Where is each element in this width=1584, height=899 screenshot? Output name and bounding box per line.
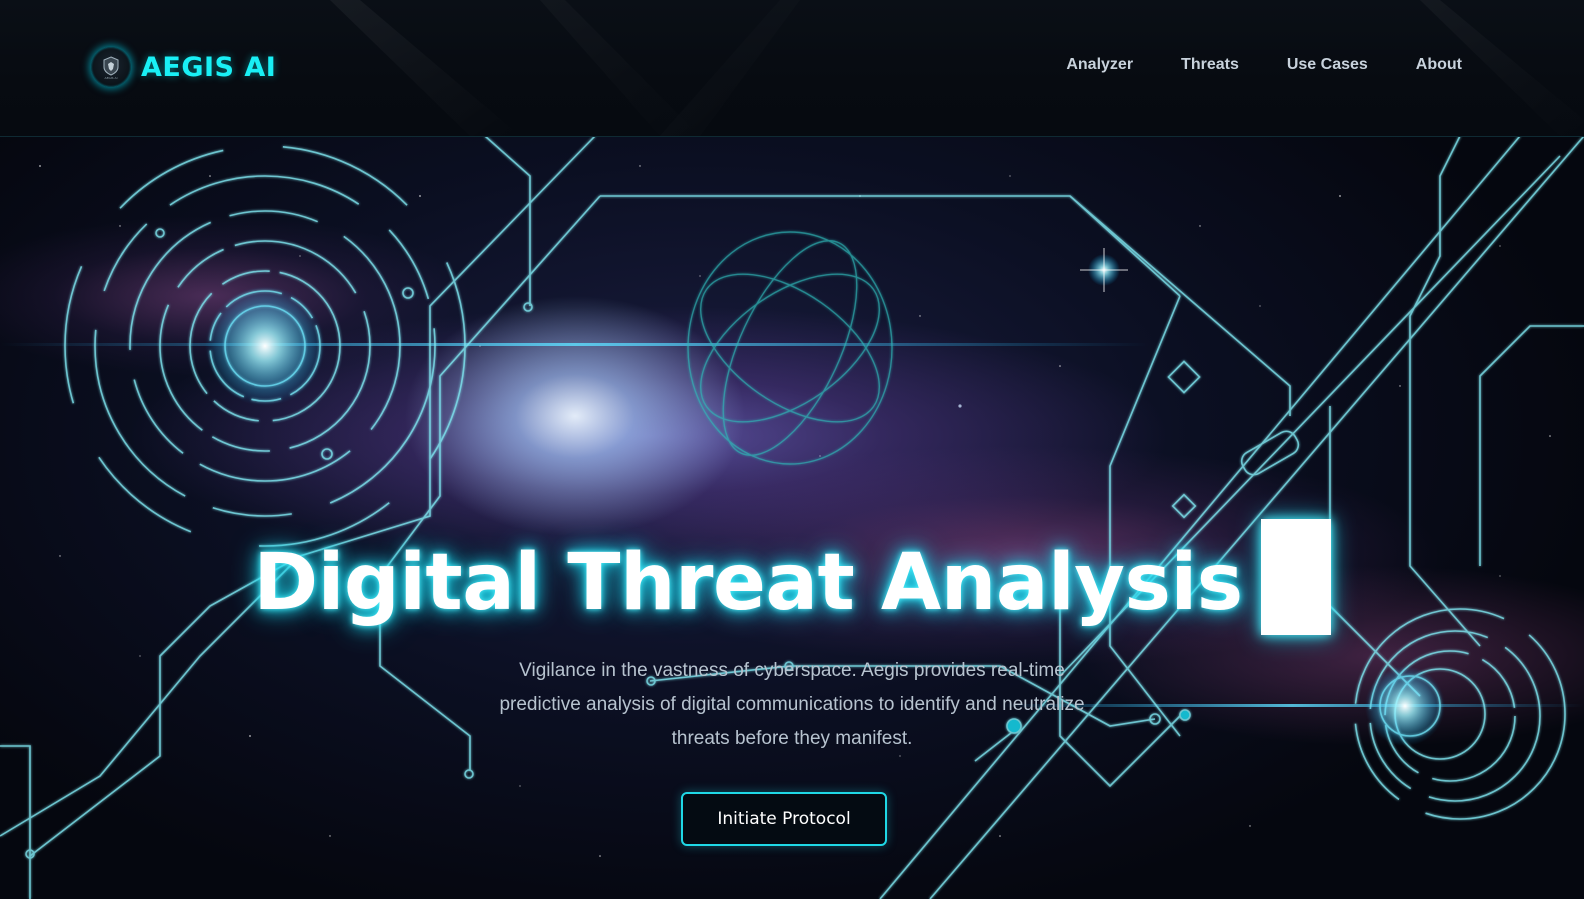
typing-cursor bbox=[1260, 519, 1331, 635]
brand-name: AEGIS AI bbox=[141, 51, 277, 83]
nav-link-use-cases[interactable]: Use Cases bbox=[1287, 56, 1368, 74]
main-nav: Analyzer Threats Use Cases About bbox=[1066, 56, 1462, 74]
brand[interactable]: AEGIS AI AEGIS AI bbox=[91, 45, 276, 89]
wireframe-globe bbox=[687, 231, 893, 465]
nav-link-analyzer[interactable]: Analyzer bbox=[1066, 56, 1133, 74]
nav-link-about[interactable]: About bbox=[1416, 56, 1462, 74]
svg-text:AEGIS AI: AEGIS AI bbox=[105, 76, 118, 80]
hero-title-text: Digital Threat Analysis bbox=[253, 538, 1243, 628]
initiate-protocol-button[interactable]: Initiate Protocol bbox=[681, 792, 887, 846]
hero-background-illustration bbox=[0, 136, 1584, 899]
top-navbar: AEGIS AI AEGIS AI Analyzer Threats Use C… bbox=[0, 0, 1584, 137]
page: AEGIS AI AEGIS AI Analyzer Threats Use C… bbox=[0, 0, 1584, 899]
hero-section: Digital Threat Analysis Vigilance in the… bbox=[0, 136, 1584, 899]
shield-head-icon: AEGIS AI bbox=[103, 56, 119, 80]
hero-subtitle: Vigilance in the vastness of cyberspace.… bbox=[499, 660, 1085, 749]
nav-link-threats[interactable]: Threats bbox=[1181, 56, 1239, 74]
hero-title: Digital Threat Analysis bbox=[0, 519, 1584, 635]
brand-logo: AEGIS AI bbox=[91, 47, 131, 87]
bright-star bbox=[1080, 248, 1128, 292]
circuit-lines bbox=[0, 136, 1584, 899]
